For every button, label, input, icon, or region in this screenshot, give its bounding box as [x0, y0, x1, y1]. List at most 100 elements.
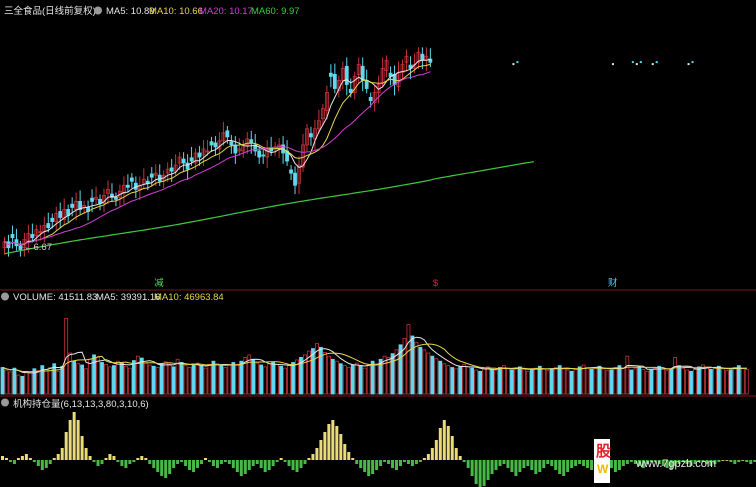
volume-bar — [657, 365, 662, 395]
indicator-bar — [629, 460, 633, 462]
volume-bar — [498, 367, 502, 395]
indicator-bar — [399, 460, 402, 466]
volume-bar — [633, 368, 638, 395]
volume-bar — [541, 368, 546, 395]
volume-bar — [56, 370, 61, 395]
indicator-bar — [307, 458, 311, 460]
volume-bar — [613, 367, 618, 395]
volume-bar — [207, 363, 212, 395]
indicator-bar — [359, 460, 363, 468]
price-candle — [90, 197, 94, 202]
price-candle — [114, 196, 118, 200]
volume-bar — [454, 368, 459, 395]
price-panel: 三全食品(日线前复权) MA5: 10.89 MA10: 10.66 MA20:… — [2, 5, 694, 289]
volume-bar — [581, 364, 586, 395]
volume-bar — [84, 368, 88, 395]
volume-bar — [68, 352, 73, 395]
indicator-bar — [733, 460, 737, 464]
volume-bar — [673, 357, 678, 395]
indicator-bar — [721, 460, 725, 461]
indicator-bar — [486, 460, 490, 480]
price-candle — [293, 172, 297, 186]
indicator-bar — [586, 460, 590, 468]
indicator-bar — [140, 456, 144, 460]
indicator-bar — [737, 460, 741, 462]
indicator-bar — [514, 460, 518, 476]
volume-bar — [482, 368, 486, 395]
volume-bar — [183, 365, 188, 395]
indicator-panel: 机构持仓量(6,13,13,3,80,3,10,6) — [1, 398, 756, 487]
indicator-bar — [88, 456, 92, 460]
price-panel-title: 三全食品(日线前复权) — [4, 5, 96, 17]
price-candle — [691, 61, 694, 64]
indicator-bar — [570, 460, 574, 468]
event-marker[interactable]: $ — [433, 278, 439, 289]
indicator-bar — [578, 460, 582, 464]
price-candle — [261, 154, 266, 157]
volume-bar — [446, 365, 451, 395]
volume-bar — [104, 363, 108, 395]
event-marker[interactable]: 减 — [154, 277, 164, 289]
low-price-marker: ←6.67 — [24, 242, 52, 253]
indicator-bar — [534, 460, 538, 474]
volume-bar — [553, 367, 558, 395]
volume-bar — [8, 371, 13, 395]
indicator-bar — [80, 436, 84, 460]
indicator-bar — [136, 458, 140, 460]
stock-chart: 三全食品(日线前复权) MA5: 10.89 MA10: 10.66 MA20:… — [0, 5, 756, 487]
price-candle — [125, 184, 130, 188]
volume-bar — [410, 335, 415, 395]
indicator-bar — [291, 460, 295, 470]
volume-bar — [80, 364, 84, 395]
indicator-bar — [482, 460, 486, 486]
indicator-bar — [275, 460, 279, 462]
volume-bar — [239, 360, 244, 395]
volume-bar — [450, 367, 455, 395]
indicator-bar — [335, 426, 339, 460]
volume-bar — [434, 358, 439, 395]
indicator-bar — [506, 460, 510, 468]
volume-bar — [366, 363, 371, 395]
indicator-bar — [717, 460, 721, 462]
indicator-bar — [347, 452, 351, 460]
volume-bar — [525, 370, 530, 395]
settings-dot-icon[interactable] — [94, 6, 102, 15]
volume-bar — [589, 368, 594, 395]
ma60-label: MA60: 9.97 — [251, 6, 300, 17]
indicator-bar — [355, 460, 359, 464]
indicator-bar — [303, 460, 307, 464]
settings-dot-icon[interactable] — [1, 292, 9, 301]
volume-bar — [486, 366, 490, 395]
price-candle — [213, 142, 218, 148]
indicator-bar — [180, 460, 184, 462]
volume-bar — [76, 363, 81, 395]
price-candle — [512, 63, 515, 66]
indicator-bar — [259, 460, 263, 468]
volume-bar — [350, 364, 355, 395]
indicator-bar — [28, 458, 32, 460]
volume-bar — [724, 370, 729, 395]
volume-bar — [374, 363, 379, 395]
volume-bar — [681, 367, 685, 395]
volume-bar — [740, 367, 745, 395]
volume-bar — [227, 364, 232, 395]
indicator-bar — [418, 460, 422, 462]
indicator-bar — [152, 460, 156, 468]
volume-bar — [16, 374, 21, 395]
indicator-bar — [251, 460, 255, 466]
indicator-bar — [271, 460, 275, 466]
volume-bar — [330, 358, 335, 395]
indicator-bar — [92, 460, 96, 462]
volume-bar — [597, 365, 602, 395]
volume-bar — [545, 370, 550, 395]
indicator-bar — [609, 460, 613, 468]
indicator-bar — [590, 460, 594, 470]
volume-bar — [334, 360, 339, 395]
volume-bar — [131, 360, 136, 395]
volume-bar — [390, 353, 395, 395]
settings-dot-icon[interactable] — [1, 398, 9, 407]
event-marker[interactable]: 财 — [608, 277, 618, 289]
volume-bar — [593, 367, 598, 395]
indicator-bar — [299, 460, 303, 468]
indicator-bar — [343, 444, 347, 460]
